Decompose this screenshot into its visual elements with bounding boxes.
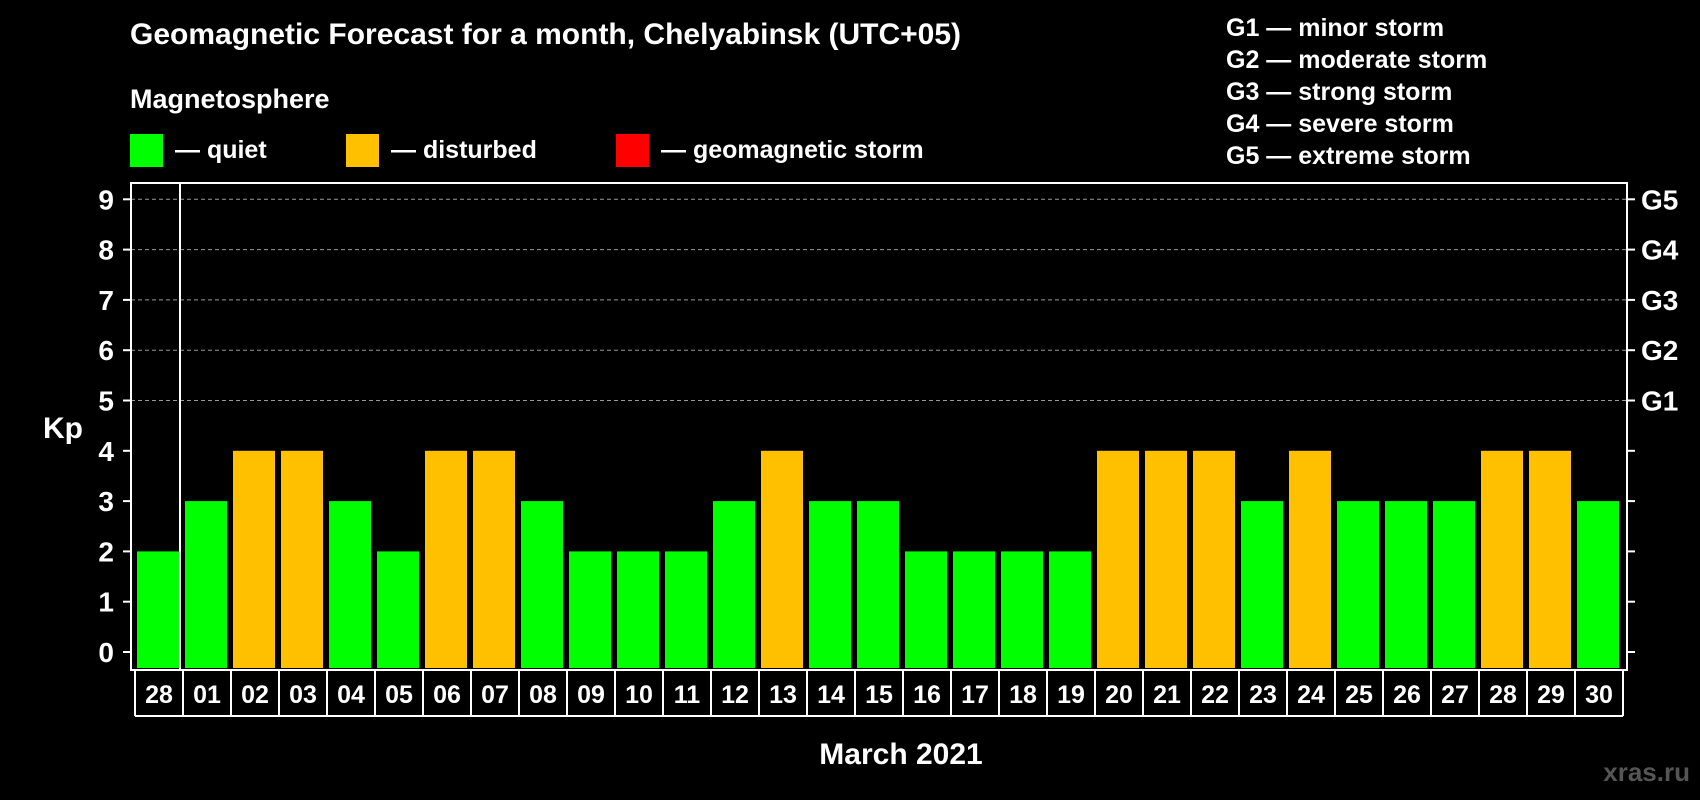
x-tick-label: 18 xyxy=(1009,681,1037,709)
g-scale-label: G2 xyxy=(1641,335,1678,366)
x-tick-label: 01 xyxy=(193,681,221,709)
x-tick-label: 02 xyxy=(241,681,269,709)
kp-bar xyxy=(713,501,755,668)
y-tick-label: 7 xyxy=(98,285,114,316)
x-tick-label: 14 xyxy=(817,681,845,709)
x-tick-label: 24 xyxy=(1297,681,1325,709)
g-scale-label: G3 xyxy=(1641,285,1678,316)
x-tick-label: 30 xyxy=(1585,681,1613,709)
kp-bar-chart: 0123456789 G1G2G3G4G5 28 01 02 03 04 05 06 07 08… xyxy=(43,182,1679,771)
x-tick-label: 10 xyxy=(625,681,653,709)
x-tick-label: 09 xyxy=(577,681,605,709)
bars-layer xyxy=(137,450,1619,668)
x-tick-label: 12 xyxy=(721,681,749,709)
x-tick-label: 23 xyxy=(1249,681,1277,709)
y-tick-label: 1 xyxy=(98,587,114,618)
x-tick-label: 19 xyxy=(1057,681,1085,709)
kp-bar xyxy=(1241,501,1283,668)
kp-bar xyxy=(425,450,467,668)
x-tick-label: 22 xyxy=(1201,681,1229,709)
x-tick-label: 05 xyxy=(385,681,413,709)
x-tick-label: 17 xyxy=(961,681,989,709)
kp-bar xyxy=(953,551,995,668)
x-tick-label: 28 xyxy=(1489,681,1517,709)
x-tick-label: 03 xyxy=(289,681,317,709)
kp-bar xyxy=(1337,501,1379,668)
x-tick-label: 25 xyxy=(1345,681,1373,709)
kp-bar xyxy=(1433,501,1475,668)
x-axis-label: March 2021 xyxy=(819,738,982,771)
kp-bar xyxy=(1529,450,1571,668)
x-tick-label: 08 xyxy=(529,681,557,709)
x-tick-label: 27 xyxy=(1441,681,1469,709)
x-tick-label: 29 xyxy=(1537,681,1565,709)
kp-bar xyxy=(1001,551,1043,668)
kp-bar xyxy=(665,551,707,668)
kp-bar xyxy=(521,501,563,668)
y-tick-label: 6 xyxy=(98,335,114,366)
y-tick-label: 4 xyxy=(98,436,114,467)
kp-bar xyxy=(1385,501,1427,668)
x-axis-date-cells: 28 01 02 03 04 05 06 07 08 09 10 11 12 13 14 15 16 17 18 19… xyxy=(134,670,1624,717)
x-tick-label: 04 xyxy=(337,681,365,709)
kp-bar xyxy=(1577,501,1619,668)
kp-bar xyxy=(1145,450,1187,668)
right-axis-g-scale: G1 G2 G3 G4 G5 xyxy=(1627,184,1679,653)
y-tick-label: 2 xyxy=(98,536,114,567)
kp-bar xyxy=(1097,450,1139,668)
kp-bar xyxy=(761,450,803,668)
kp-bar xyxy=(1049,551,1091,668)
y-tick-label: 3 xyxy=(98,486,114,517)
kp-bar xyxy=(1481,450,1523,668)
kp-bar xyxy=(617,551,659,668)
kp-bar xyxy=(233,450,275,668)
kp-bar xyxy=(569,551,611,668)
x-tick-label: 07 xyxy=(481,681,509,709)
x-tick-label: 13 xyxy=(769,681,797,709)
y-tick-label: 0 xyxy=(98,637,114,668)
y-axis: 0 1 2 3 4 5 6 7 8 9 xyxy=(98,184,131,668)
kp-bar xyxy=(137,551,179,668)
kp-bar xyxy=(857,501,899,668)
x-tick-label: 06 xyxy=(433,681,461,709)
y-axis-label: Kp xyxy=(43,412,83,445)
kp-bar xyxy=(377,551,419,668)
g-scale-label: G5 xyxy=(1641,184,1678,215)
kp-bar xyxy=(473,450,515,668)
kp-bar xyxy=(809,501,851,668)
x-tick-label: 16 xyxy=(913,681,941,709)
x-tick-label: 26 xyxy=(1393,681,1421,709)
grid-layer xyxy=(131,198,1627,401)
watermark: xras.ru xyxy=(1603,757,1690,787)
kp-bar xyxy=(1289,450,1331,668)
kp-bar xyxy=(329,501,371,668)
y-tick-label: 9 xyxy=(98,184,114,215)
x-tick-label: 11 xyxy=(674,681,701,709)
x-tick-label: 15 xyxy=(865,681,893,709)
g-scale-label: G1 xyxy=(1641,386,1678,417)
x-tick-label: 28 xyxy=(145,681,173,709)
x-tick-label: 21 xyxy=(1153,681,1181,709)
x-tick-label: 20 xyxy=(1105,681,1133,709)
kp-bar xyxy=(905,551,947,668)
kp-bar xyxy=(281,450,323,668)
y-tick-label: 5 xyxy=(98,386,114,417)
kp-bar xyxy=(1193,450,1235,668)
kp-bar xyxy=(185,501,227,668)
y-tick-label: 8 xyxy=(98,235,114,266)
g-scale-label: G4 xyxy=(1641,235,1679,266)
